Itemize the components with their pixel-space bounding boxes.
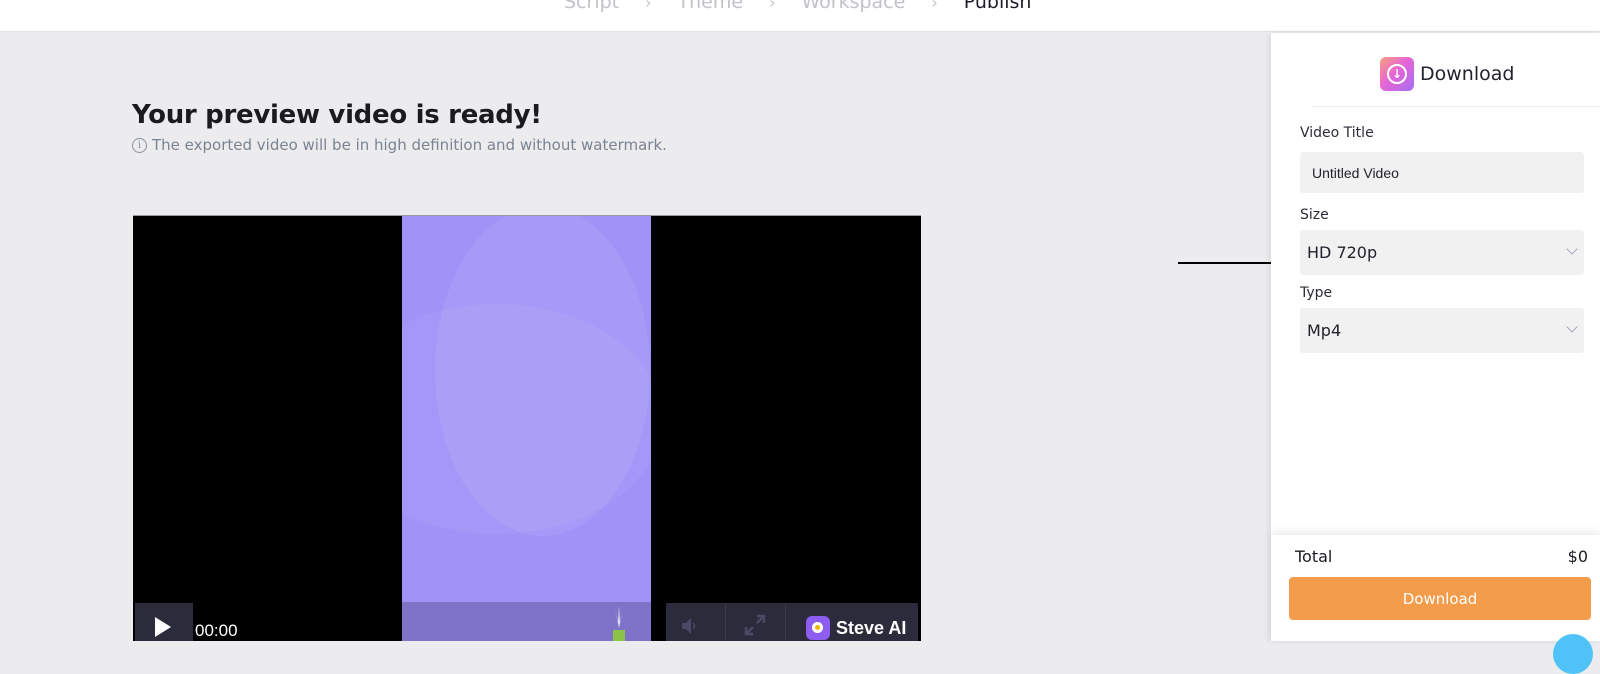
download-button[interactable]: Download xyxy=(1289,577,1591,620)
info-note: i The exported video will be in high def… xyxy=(132,136,667,154)
brand-name: Steve AI xyxy=(836,617,907,638)
info-icon: i xyxy=(132,137,147,153)
panel-title: Download xyxy=(1420,63,1515,85)
plant-icon xyxy=(613,606,625,641)
video-player[interactable]: 00:00 Steve AI xyxy=(133,215,921,641)
page-title: Your preview video is ready! xyxy=(132,100,542,130)
time-display: 00:00 xyxy=(195,621,238,640)
chevron-right-icon: › xyxy=(645,0,652,12)
volume-button[interactable] xyxy=(666,603,726,641)
step-workspace[interactable]: Workspace xyxy=(801,0,905,13)
fullscreen-icon xyxy=(744,614,766,636)
volume-icon xyxy=(682,618,696,634)
type-value: Mp4 xyxy=(1307,321,1342,340)
checkout-footer: Total $0 Download xyxy=(1271,535,1600,641)
decor-circle xyxy=(402,304,651,534)
size-select[interactable]: HD 720p xyxy=(1300,230,1584,275)
brand-watermark: Steve AI xyxy=(786,603,906,641)
type-select[interactable]: Mp4 xyxy=(1300,308,1584,353)
type-label: Type xyxy=(1300,285,1333,301)
total-label: Total xyxy=(1295,547,1333,566)
download-icon: ↓ xyxy=(1380,57,1414,91)
stepper: Script › Theme › Workspace › Publish xyxy=(564,0,1031,13)
chat-widget-button[interactable] xyxy=(1553,634,1593,674)
player-controls: Steve AI xyxy=(666,603,918,641)
play-icon xyxy=(155,617,171,637)
chevron-down-icon xyxy=(1566,243,1578,255)
step-theme[interactable]: Theme xyxy=(678,0,744,13)
size-label: Size xyxy=(1300,207,1329,223)
chevron-right-icon: › xyxy=(931,0,938,12)
video-frame xyxy=(402,216,651,641)
panel-header: ↓ Download xyxy=(1380,57,1514,91)
video-title-input[interactable] xyxy=(1300,152,1584,193)
chevron-down-icon xyxy=(1566,321,1578,333)
total-value: $0 xyxy=(1567,547,1588,566)
step-script[interactable]: Script xyxy=(564,0,619,13)
size-value: HD 720p xyxy=(1307,243,1378,262)
steve-ai-logo-icon xyxy=(806,616,830,640)
info-text: The exported video will be in high defin… xyxy=(152,136,667,154)
video-title-label: Video Title xyxy=(1300,125,1374,141)
play-button[interactable] xyxy=(135,603,193,641)
fullscreen-button[interactable] xyxy=(726,603,786,641)
top-bar: Script › Theme › Workspace › Publish xyxy=(0,0,1600,32)
step-publish[interactable]: Publish xyxy=(964,0,1032,13)
arrow-pointer-icon xyxy=(1178,256,1296,270)
chevron-right-icon: › xyxy=(769,0,776,12)
divider xyxy=(1311,106,1600,107)
